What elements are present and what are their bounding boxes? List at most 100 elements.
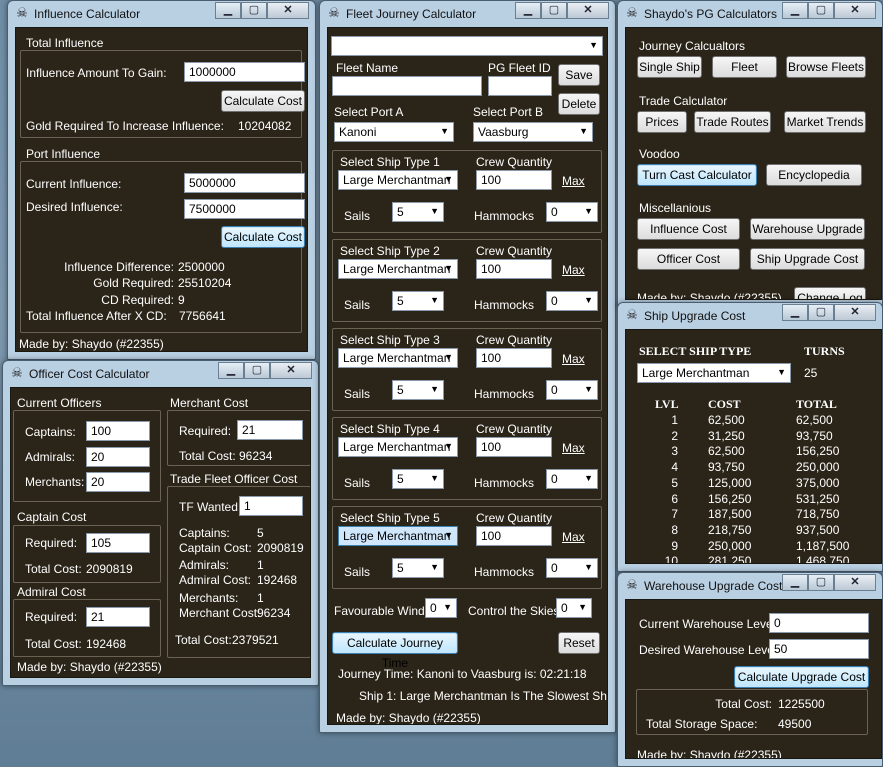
prices-button[interactable]: Prices bbox=[637, 111, 687, 133]
title-bar[interactable]: ☠ Influence Calculator ▁ ▢ ✕ bbox=[8, 1, 315, 27]
fleet-button[interactable]: Fleet bbox=[712, 56, 777, 78]
max-crew-link[interactable]: Max bbox=[562, 530, 585, 544]
ship-type-select[interactable]: Large Merchantman ▼ bbox=[637, 363, 791, 383]
encyclopedia-button[interactable]: Encyclopedia bbox=[766, 164, 862, 186]
tf-wanted-input[interactable]: 1 bbox=[239, 496, 303, 516]
sails-select[interactable]: 5 ▼ bbox=[392, 469, 444, 489]
close-button[interactable]: ✕ bbox=[834, 304, 876, 321]
influence-calculator-window[interactable]: ☠ Influence Calculator ▁ ▢ ✕ Total Influ… bbox=[7, 0, 316, 360]
header-cost: COST bbox=[708, 397, 741, 411]
hammocks-select[interactable]: 0 ▼ bbox=[546, 202, 598, 222]
pg-fleet-id-input[interactable] bbox=[488, 76, 552, 96]
title-bar[interactable]: ☠ Shaydo's PG Calculators ▁ ▢ ✕ bbox=[618, 1, 882, 27]
ship-upgrade-window[interactable]: ☠ Ship Upgrade Cost ▁ ▢ ✕ SELECT SHIP TY… bbox=[617, 302, 883, 572]
admirals-input[interactable]: 20 bbox=[86, 447, 150, 467]
minimize-button[interactable]: ▁ bbox=[782, 2, 808, 19]
captains-input[interactable]: 100 bbox=[86, 421, 150, 441]
max-crew-link[interactable]: Max bbox=[562, 174, 585, 188]
pg-calculators-window[interactable]: ☠ Shaydo's PG Calculators ▁ ▢ ✕ Journey … bbox=[617, 0, 883, 308]
port-a-select[interactable]: Kanoni ▼ bbox=[334, 122, 454, 142]
maximize-button[interactable]: ▢ bbox=[808, 304, 834, 321]
crew-quantity-input[interactable]: 100 bbox=[476, 437, 552, 457]
sails-select[interactable]: 5 ▼ bbox=[392, 558, 444, 578]
calculate-cost-button-2[interactable]: Calculate Cost bbox=[221, 226, 305, 248]
sails-select[interactable]: 5 ▼ bbox=[392, 202, 444, 222]
max-crew-link[interactable]: Max bbox=[562, 263, 585, 277]
fleet-name-input[interactable] bbox=[332, 76, 482, 96]
max-crew-link[interactable]: Max bbox=[562, 352, 585, 366]
title-bar[interactable]: ☠ Officer Cost Calculator ▁ ▢ ✕ bbox=[3, 361, 318, 387]
minimize-button[interactable]: ▁ bbox=[215, 2, 241, 19]
fleet-journey-window[interactable]: ☠ Fleet Journey Calculator ▁ ▢ ✕ ▼ Fleet… bbox=[319, 0, 616, 733]
crew-quantity-input[interactable]: 100 bbox=[476, 526, 552, 546]
warehouse-upgrade-window[interactable]: ☠ Warehouse Upgrade Cost ▁ ▢ ✕ Current W… bbox=[617, 572, 883, 767]
desired-warehouse-input[interactable]: 50 bbox=[769, 639, 869, 659]
delete-button[interactable]: Delete bbox=[558, 93, 600, 115]
sails-select[interactable]: 5 ▼ bbox=[392, 291, 444, 311]
title-bar[interactable]: ☠ Warehouse Upgrade Cost ▁ ▢ ✕ bbox=[618, 573, 882, 599]
influence-cost-button[interactable]: Influence Cost bbox=[637, 218, 740, 240]
chevron-down-icon: ▼ bbox=[584, 473, 593, 483]
minimize-button[interactable]: ▁ bbox=[782, 574, 808, 591]
maximize-button[interactable]: ▢ bbox=[808, 574, 834, 591]
maximize-button[interactable]: ▢ bbox=[244, 362, 270, 379]
hammocks-select[interactable]: 0 ▼ bbox=[546, 469, 598, 489]
ship-upgrade-cost-button[interactable]: Ship Upgrade Cost bbox=[750, 248, 865, 270]
close-button[interactable]: ✕ bbox=[567, 2, 609, 19]
warehouse-upgrade-button[interactable]: Warehouse Upgrade bbox=[750, 218, 865, 240]
maximize-button[interactable]: ▢ bbox=[808, 2, 834, 19]
minimize-button[interactable]: ▁ bbox=[218, 362, 244, 379]
minimize-button[interactable]: ▁ bbox=[515, 2, 541, 19]
calculate-cost-button[interactable]: Calculate Cost bbox=[221, 90, 305, 112]
ship-type-select[interactable]: Large Merchantman ▼ bbox=[338, 437, 458, 457]
desired-influence-input[interactable]: 7500000 bbox=[184, 199, 305, 219]
title-bar[interactable]: ☠ Ship Upgrade Cost ▁ ▢ ✕ bbox=[618, 303, 882, 329]
merchants-input[interactable]: 20 bbox=[86, 472, 150, 492]
officer-cost-button[interactable]: Officer Cost bbox=[637, 248, 740, 270]
crew-quantity-input[interactable]: 100 bbox=[476, 170, 552, 190]
port-b-select[interactable]: Vaasburg ▼ bbox=[473, 122, 593, 142]
market-trends-button[interactable]: Market Trends bbox=[784, 111, 866, 133]
crew-quantity-input[interactable]: 100 bbox=[476, 348, 552, 368]
hammocks-select[interactable]: 0 ▼ bbox=[546, 558, 598, 578]
crew-quantity-label: Crew Quantity bbox=[476, 333, 553, 347]
current-influence-input[interactable]: 5000000 bbox=[184, 173, 305, 193]
captain-required-input[interactable]: 105 bbox=[86, 533, 150, 553]
admiral-required-input[interactable]: 21 bbox=[86, 607, 150, 627]
hammocks-label: Hammocks bbox=[474, 209, 535, 223]
ship-type-select[interactable]: Large Merchantman ▼ bbox=[338, 348, 458, 368]
control-skies-select[interactable]: 0 ▼ bbox=[556, 598, 592, 618]
close-button[interactable]: ✕ bbox=[834, 2, 876, 19]
reset-button[interactable]: Reset bbox=[558, 632, 600, 654]
maximize-button[interactable]: ▢ bbox=[541, 2, 567, 19]
calculate-upgrade-cost-button[interactable]: Calculate Upgrade Cost bbox=[734, 666, 869, 688]
favourable-winds-select[interactable]: 0 ▼ bbox=[425, 598, 457, 618]
turn-cast-calculator-button[interactable]: Turn Cast Calculator bbox=[637, 164, 757, 186]
fleet-select-dropdown[interactable]: ▼ bbox=[331, 36, 603, 56]
close-button[interactable]: ✕ bbox=[267, 2, 309, 19]
maximize-button[interactable]: ▢ bbox=[241, 2, 267, 19]
ship-type-select[interactable]: Large Merchantman ▼ bbox=[338, 259, 458, 279]
close-button[interactable]: ✕ bbox=[270, 362, 312, 379]
merchant-required-input[interactable]: 21 bbox=[237, 420, 303, 440]
single-ship-button[interactable]: Single Ship bbox=[637, 56, 702, 78]
hammocks-select[interactable]: 0 ▼ bbox=[546, 380, 598, 400]
change-log-button[interactable]: Change Log bbox=[794, 287, 866, 299]
calculate-journey-button[interactable]: Calculate Journey Time bbox=[332, 632, 458, 670]
hammocks-select[interactable]: 0 ▼ bbox=[546, 291, 598, 311]
close-button[interactable]: ✕ bbox=[834, 574, 876, 591]
sails-label: Sails bbox=[344, 298, 371, 312]
browse-fleets-button[interactable]: Browse Fleets bbox=[786, 56, 866, 78]
ship-type-select[interactable]: Large Merchantman ▼ bbox=[338, 170, 458, 190]
officer-cost-window[interactable]: ☠ Officer Cost Calculator ▁ ▢ ✕ Current … bbox=[2, 360, 319, 686]
title-bar[interactable]: ☠ Fleet Journey Calculator ▁ ▢ ✕ bbox=[320, 1, 615, 27]
save-button[interactable]: Save bbox=[558, 64, 600, 86]
minimize-button[interactable]: ▁ bbox=[782, 304, 808, 321]
crew-quantity-input[interactable]: 100 bbox=[476, 259, 552, 279]
current-warehouse-input[interactable]: 0 bbox=[769, 613, 869, 633]
trade-routes-button[interactable]: Trade Routes bbox=[694, 111, 771, 133]
sails-select[interactable]: 5 ▼ bbox=[392, 380, 444, 400]
max-crew-link[interactable]: Max bbox=[562, 441, 585, 455]
ship-type-select[interactable]: Large Merchantman ▼ bbox=[338, 526, 458, 546]
influence-amount-input[interactable]: 1000000 bbox=[184, 62, 305, 82]
